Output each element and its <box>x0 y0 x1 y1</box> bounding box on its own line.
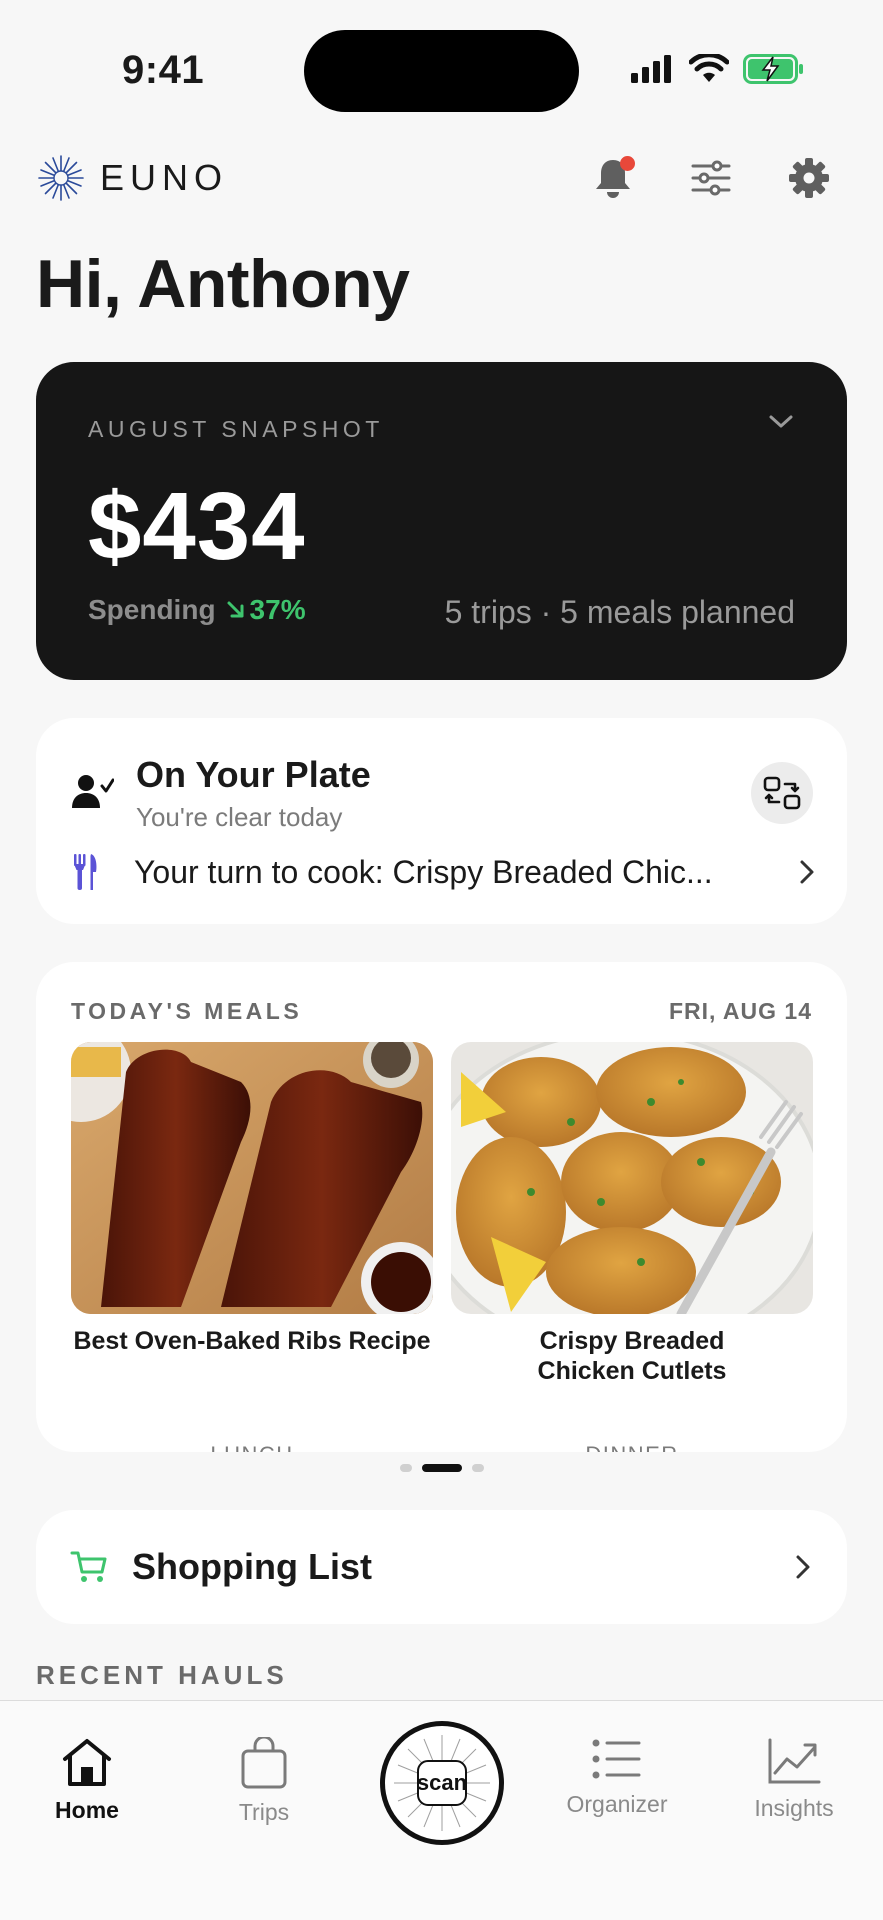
meals-date: FRI, AUG 14 <box>668 998 812 1024</box>
cellular-signal-icon <box>631 55 671 83</box>
meal-name: Crispy Breaded Chicken Cutlets <box>537 1327 727 1385</box>
spending-summary: Spending 37% <box>88 594 306 626</box>
chevron-right-icon <box>796 1555 810 1579</box>
todays-meals-card: TODAY'S MEALS FRI, AUG 14 Best Oven-Bake… <box>36 962 847 1452</box>
app-header: EUNO <box>36 150 847 206</box>
tab-trips[interactable]: Trips <box>189 1737 339 1826</box>
trend-down-arrow-icon <box>227 601 244 618</box>
snapshot-expand-button[interactable] <box>767 412 795 437</box>
wifi-icon <box>689 54 729 82</box>
recent-hauls-heading: RECENT HAULS <box>36 1660 288 1690</box>
cart-icon <box>70 1551 107 1582</box>
chicken-cutlets-photo <box>451 1042 813 1314</box>
swap-icon <box>763 776 801 810</box>
snapshot-card[interactable]: AUGUST SNAPSHOT $434 Spending 37% 5 trip… <box>36 362 847 680</box>
meal-card-dinner[interactable]: Crispy Breaded Chicken Cutlets DINNER <box>451 1042 813 1452</box>
status-time: 9:41 <box>122 48 205 92</box>
ribs-photo <box>71 1042 433 1314</box>
meals-pager[interactable] <box>0 1464 883 1472</box>
tab-label: Organizer <box>566 1791 668 1817</box>
dynamic-island <box>304 30 579 112</box>
sliders-icon <box>691 160 731 196</box>
tab-home[interactable]: Home <box>12 1737 162 1824</box>
meal-type: LUNCH <box>71 1442 433 1452</box>
pager-dot[interactable] <box>399 1464 412 1472</box>
chevron-right-icon <box>800 860 814 884</box>
cook-turn-text: Your turn to cook: Crispy Breaded Chic..… <box>134 853 713 890</box>
euno-logo-icon <box>38 155 84 201</box>
notifications-button[interactable] <box>589 154 637 202</box>
home-icon <box>63 1739 111 1786</box>
meal-type: DINNER <box>451 1442 813 1452</box>
on-your-plate-card[interactable]: On Your Plate You're clear today Your tu… <box>36 718 847 924</box>
plate-title: On Your Plate <box>136 754 371 795</box>
tab-insights[interactable]: Insights <box>719 1737 869 1822</box>
greeting-title: Hi, Anthony <box>36 246 410 322</box>
status-bar: 9:41 <box>0 0 883 140</box>
chart-icon <box>768 1738 821 1784</box>
shopping-list-label: Shopping List <box>132 1546 372 1587</box>
gear-icon <box>789 158 829 198</box>
pager-dot-active[interactable] <box>421 1464 462 1472</box>
filters-button[interactable] <box>687 154 735 202</box>
snapshot-amount: $434 <box>88 473 306 580</box>
utensils-icon <box>74 854 97 890</box>
shopping-list-row[interactable]: Shopping List <box>36 1510 847 1624</box>
spending-label: Spending <box>88 594 216 625</box>
tab-label: Trips <box>238 1799 290 1825</box>
logo-text: EUNO <box>100 157 229 198</box>
bag-icon <box>241 1737 287 1789</box>
cook-turn-row[interactable]: Your turn to cook: Crispy Breaded Chic..… <box>72 848 817 896</box>
scan-label: scan <box>416 1770 468 1795</box>
spending-change-value: 37% <box>249 594 306 625</box>
list-icon <box>592 1739 641 1779</box>
app-logo: EUNO <box>36 153 228 203</box>
snapshot-label: AUGUST SNAPSHOT <box>88 416 384 442</box>
notification-badge <box>620 156 635 171</box>
battery-charging-icon <box>743 54 803 84</box>
spending-change: 37% <box>226 594 306 626</box>
meals-label: TODAY'S MEALS <box>71 998 303 1024</box>
tab-label: Insights <box>754 1795 834 1821</box>
tab-bar: Home Trips scan Organizer Insights <box>0 1700 883 1920</box>
meal-name: Best Oven-Baked Ribs Recipe <box>73 1327 431 1355</box>
snapshot-meta: 5 trips · 5 meals planned <box>444 594 795 630</box>
tab-label: Home <box>55 1797 119 1823</box>
swap-button[interactable] <box>751 762 813 824</box>
meal-card-lunch[interactable]: Best Oven-Baked Ribs Recipe LUNCH <box>71 1042 433 1452</box>
settings-button[interactable] <box>785 154 833 202</box>
tab-organizer[interactable]: Organizer <box>542 1737 692 1818</box>
pager-dot[interactable] <box>471 1464 484 1472</box>
status-icons <box>631 54 805 84</box>
plate-subtitle: You're clear today <box>136 802 343 832</box>
chevron-down-icon <box>769 415 793 428</box>
person-check-icon <box>72 774 115 815</box>
scan-button[interactable]: scan <box>380 1721 504 1845</box>
